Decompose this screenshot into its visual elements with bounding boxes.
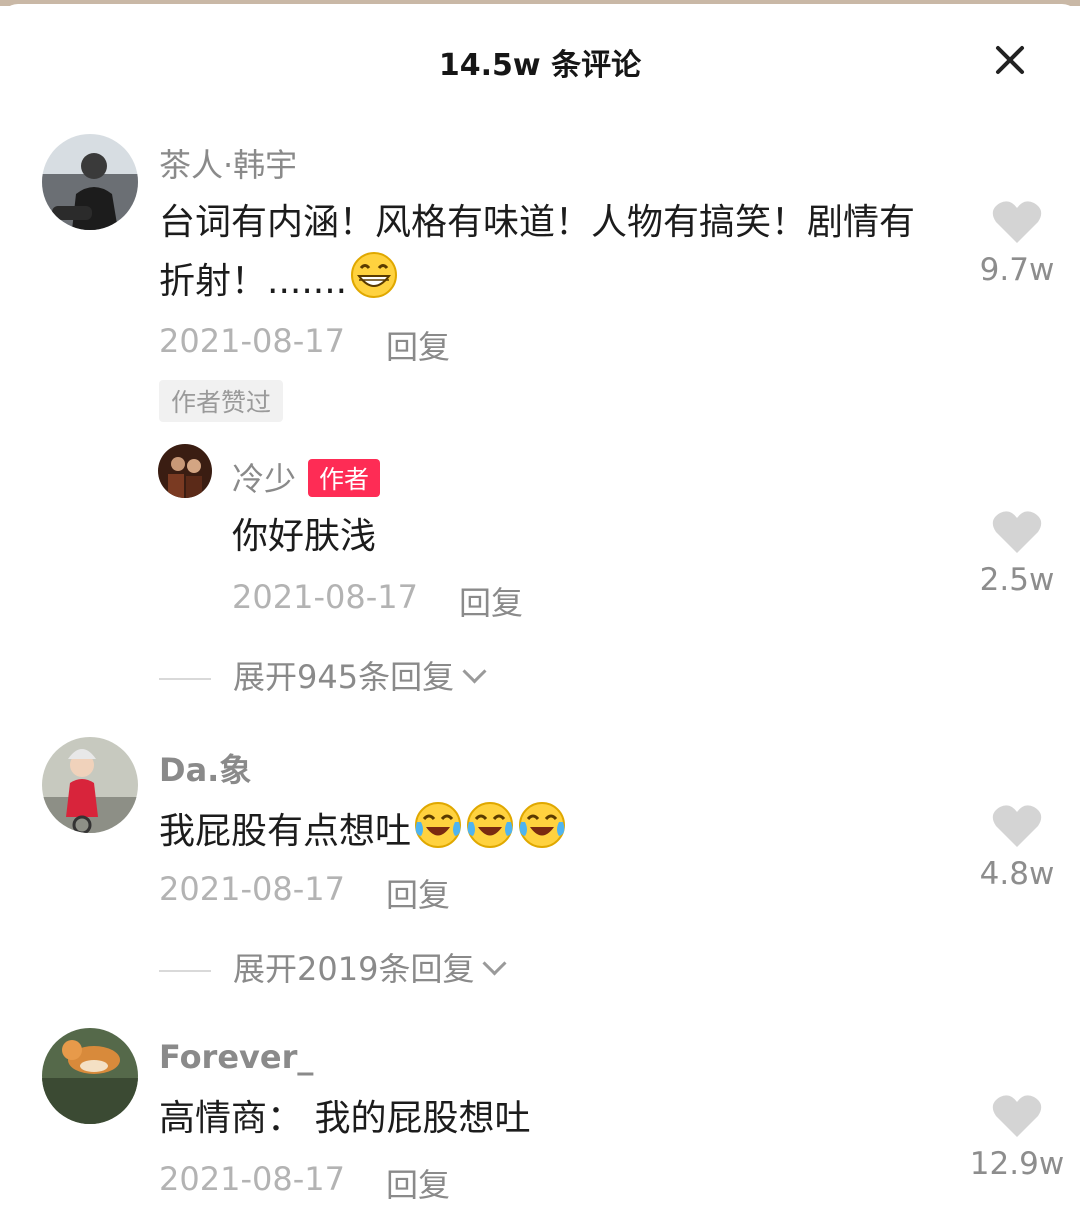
comment-author[interactable]: 茶人·韩宇 (159, 140, 297, 186)
reply-button[interactable]: 回复 (386, 322, 450, 368)
close-icon[interactable] (990, 40, 1030, 80)
like-button[interactable]: 4.8w (957, 804, 1077, 892)
reply-date: 2021-08-17 (232, 578, 418, 616)
tears-of-joy-emoji (517, 800, 567, 866)
tears-of-joy-emoji (413, 800, 463, 866)
divider-line (159, 970, 211, 972)
like-count: 4.8w (979, 856, 1055, 892)
like-count: 9.7w (979, 252, 1055, 288)
heart-icon (992, 201, 1042, 243)
comment-date: 2021-08-17 (159, 322, 345, 360)
chevron-down-icon (462, 659, 487, 684)
expand-replies[interactable]: 展开945条回复 (159, 652, 487, 698)
avatar[interactable] (42, 134, 138, 230)
reply-author[interactable]: 冷少 作者 (232, 454, 381, 500)
avatar[interactable] (42, 737, 138, 833)
reply-text: 你好肤浅 (232, 516, 377, 557)
comment-text: 台词有内涵！风格有味道！人物有搞笑！剧情有折射！....... (159, 196, 949, 316)
comments-title: 14.5w 条评论 (438, 48, 642, 83)
comment-text: 高情商： 我的屁股想吐 (159, 1098, 531, 1139)
chevron-down-icon (482, 951, 507, 976)
like-button[interactable]: 9.7w (957, 200, 1077, 288)
comment-author[interactable]: Forever_ (159, 1038, 313, 1076)
comment-date: 2021-08-17 (159, 1160, 345, 1198)
reply-button[interactable]: 回复 (386, 1160, 450, 1206)
reply-avatar[interactable] (158, 444, 212, 498)
like-button[interactable]: 2.5w (957, 510, 1077, 598)
like-button[interactable]: 12.9w (957, 1094, 1077, 1182)
like-count: 2.5w (979, 562, 1055, 598)
like-count: 12.9w (969, 1146, 1065, 1182)
heart-icon (992, 805, 1042, 847)
heart-icon (992, 1095, 1042, 1137)
author-badge: 作者 (308, 459, 381, 497)
reply-button[interactable]: 回复 (459, 578, 523, 624)
heart-icon (992, 511, 1042, 553)
comments-sheet: 14.5w 条评论 茶人·韩宇 台词有内涵！风格有味道！人物有搞笑！剧情有折射！… (0, 4, 1080, 1205)
comment-date: 2021-08-17 (159, 870, 345, 908)
grinning-face-emoji (349, 250, 399, 316)
author-liked-badge: 作者赞过 (159, 380, 284, 422)
reply-button[interactable]: 回复 (386, 870, 450, 916)
tears-of-joy-emoji (465, 800, 515, 866)
comment-text: 我屁股有点想吐 (159, 800, 949, 866)
divider-line (159, 678, 211, 680)
avatar[interactable] (42, 1028, 138, 1124)
comment-author[interactable]: Da.象 (159, 745, 251, 791)
expand-replies[interactable]: 展开2019条回复 (159, 944, 507, 990)
